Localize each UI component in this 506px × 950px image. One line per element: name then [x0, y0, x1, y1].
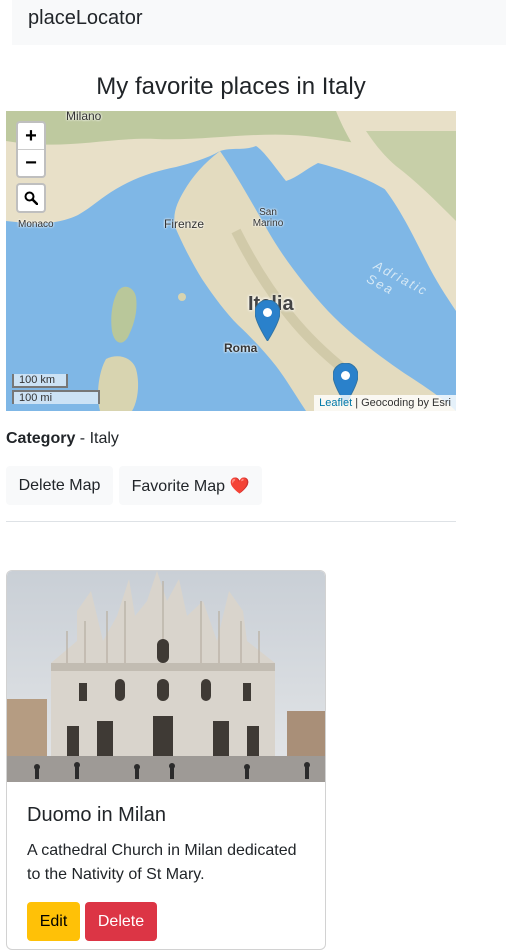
edit-place-button[interactable]: Edit: [27, 902, 80, 941]
navbar-brand[interactable]: placeLocator: [28, 7, 143, 30]
map-label-monaco: Monaco: [18, 219, 54, 230]
map-label-milano: Milano: [66, 111, 102, 123]
zoom-in-button[interactable]: +: [18, 123, 44, 149]
map-tiles: [6, 111, 456, 411]
map-label-firenze: Firenze: [164, 217, 205, 231]
favorite-map-label: Favorite Map: [131, 477, 225, 495]
category-separator: -: [75, 430, 90, 447]
map-label-roma: Roma: [224, 341, 258, 355]
leaflet-link[interactable]: Leaflet: [319, 397, 352, 409]
map-search-button[interactable]: [16, 183, 46, 213]
place-description: A cathedral Church in Milan dedicated to…: [27, 842, 297, 883]
category-value: Italy: [89, 430, 119, 447]
favorite-map-button[interactable]: Favorite Map ❤️: [119, 466, 262, 505]
navbar: placeLocator: [12, 0, 506, 45]
page-title: My favorite places in Italy: [96, 73, 366, 100]
search-icon: [24, 191, 38, 205]
divider: [6, 521, 456, 522]
category: Category - Italy: [6, 430, 119, 448]
map-attribution: Leaflet | Geocoding by Esri: [314, 395, 456, 411]
zoom-control: + −: [16, 121, 46, 178]
place-image: [7, 571, 325, 782]
place-title: Duomo in Milan: [27, 804, 166, 826]
delete-map-button[interactable]: Delete Map: [6, 466, 113, 505]
delete-place-button[interactable]: Delete: [85, 902, 157, 941]
attribution-text: | Geocoding by Esri: [352, 397, 451, 409]
scale-mi: 100 mi: [12, 390, 100, 404]
heart-icon: ❤️: [229, 477, 250, 495]
map-marker-rome[interactable]: [255, 300, 280, 341]
place-card: Duomo in Milan A cathedral Church in Mil…: [6, 570, 326, 950]
category-label: Category: [6, 430, 76, 447]
zoom-out-button[interactable]: −: [18, 149, 44, 176]
map-label-san-marino: San Marino: [252, 207, 284, 229]
map[interactable]: Milano Monaco Firenze San Marino Italia …: [6, 111, 456, 411]
scale-km: 100 km: [12, 374, 68, 388]
